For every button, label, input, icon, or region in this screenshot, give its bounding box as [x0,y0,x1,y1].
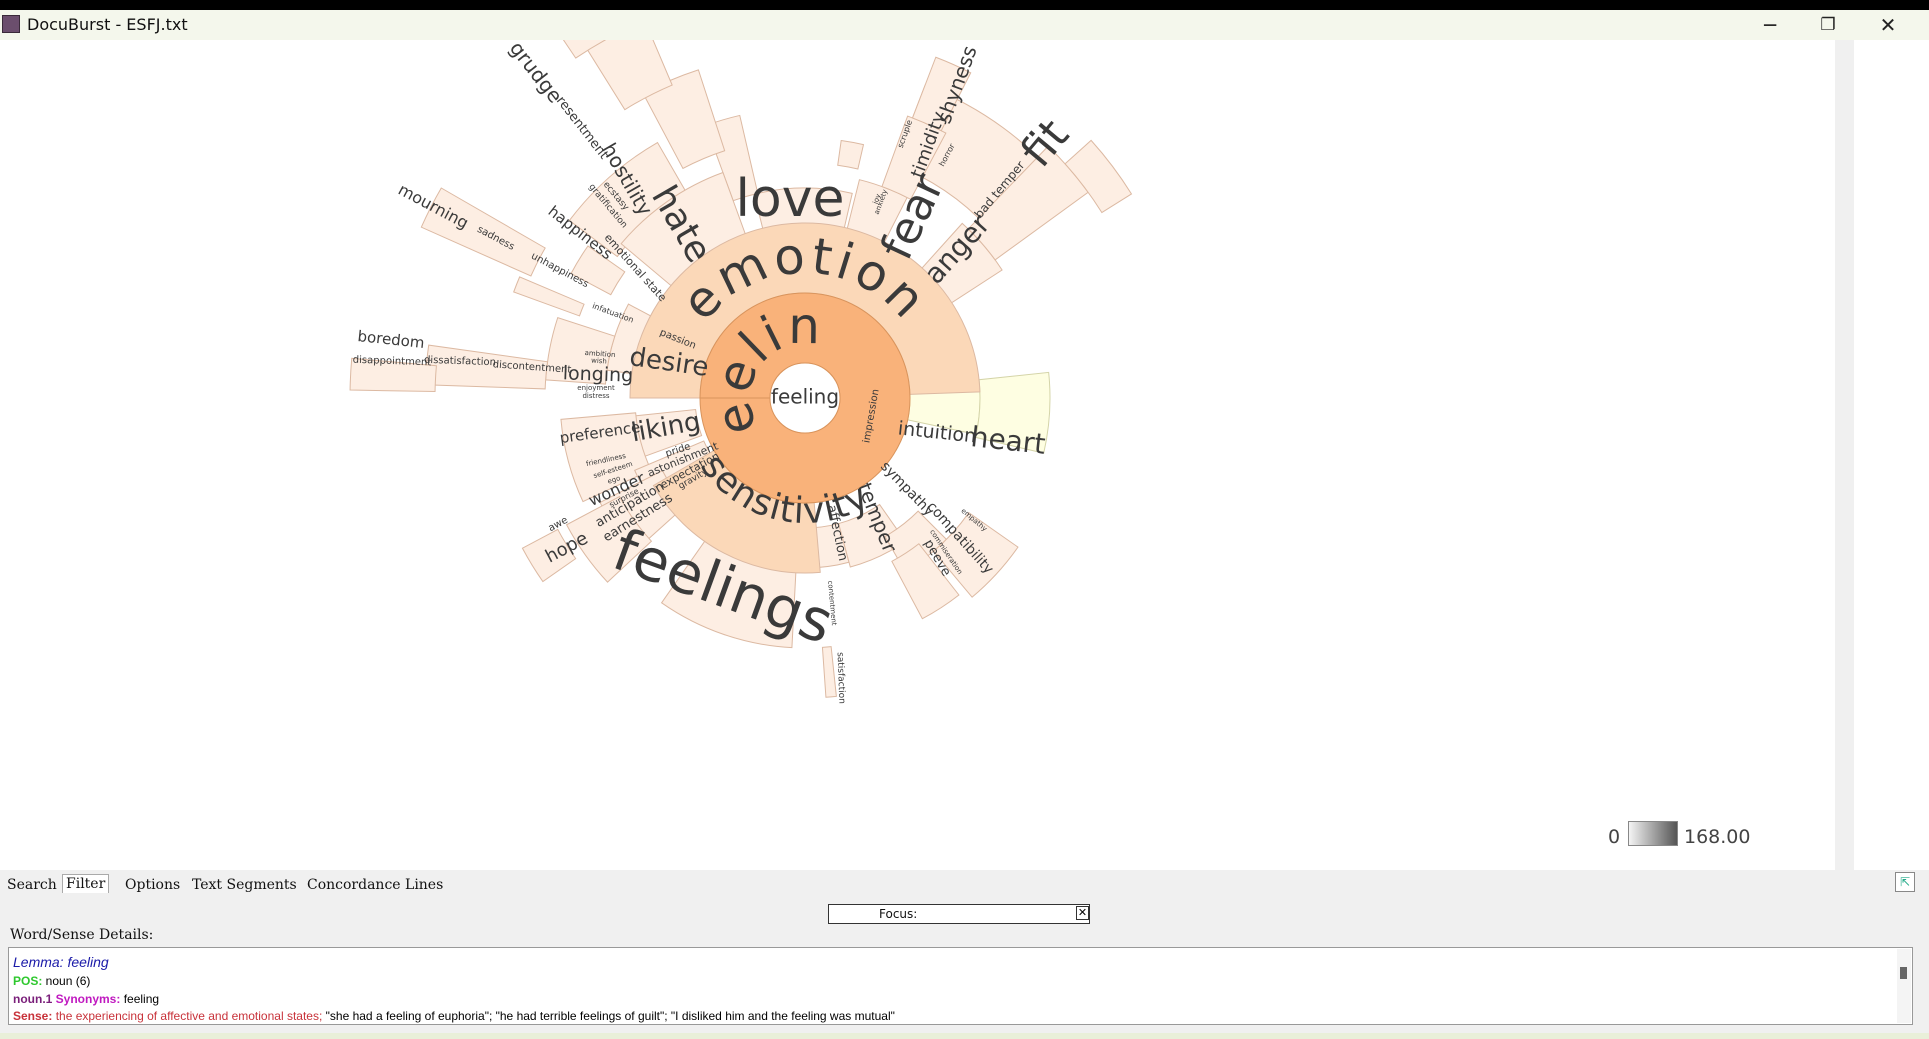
sense-key: Sense: [13,1009,53,1023]
details-panel: Lemma: feeling POS: noun (6) noun.1 Syno… [8,947,1913,1025]
visualization-scrollbar[interactable] [1835,40,1854,870]
screen-top-bar [0,0,1929,10]
details-scrollbar[interactable] [1897,949,1911,1023]
title-bar [0,10,1929,40]
sense-number: noun.1 [13,992,53,1006]
sense-line: Sense: the experiencing of affective and… [13,1009,895,1023]
sense-examples: "she had a feeling of euphoria"; "he had… [322,1009,895,1023]
tab-concordance-lines[interactable]: Concordance Lines [304,876,446,894]
label-grudge: grudge [505,40,568,108]
tab-filter[interactable]: Filter [62,874,110,893]
focus-label: Focus: [879,907,918,921]
tab-text-segments[interactable]: Text Segments [189,876,300,894]
window-title: DocuBurst - ESFJ.txt [27,15,188,34]
wedge-contentment[interactable] [821,646,837,698]
details-heading: Word/Sense Details: [10,927,154,943]
pos-value: noun (6) [42,974,91,988]
center-label: feeling [771,385,839,409]
app-icon [2,15,20,33]
synonyms-line: noun.1 Synonyms: feeling [13,992,159,1006]
label-wish: wish [591,356,607,365]
tab-options[interactable]: Options [122,876,183,894]
legend-gradient [1628,821,1678,846]
minimize-button[interactable]: ─ [1742,10,1798,40]
maximize-button[interactable]: ❐ [1800,10,1856,40]
label-enjoyment: enjoyment [577,384,615,392]
docuburst-visualization[interactable]: emotionfeelingsensitivityfeelinglovehate… [0,40,1835,870]
focus-field[interactable]: Focus: ✕ [828,904,1090,924]
label-satisfaction: satisfaction [835,652,847,704]
sense-definition: the experiencing of affective and emotio… [52,1009,323,1023]
label-boredom: boredom [357,327,426,352]
synonyms-value: feeling [120,992,160,1006]
pos-line: POS: noun (6) [13,974,90,988]
label-love: love [735,169,844,229]
synonyms-key: Synonyms: [55,992,121,1006]
window-bottom-edge [0,1033,1929,1039]
details-scroll-thumb[interactable] [1900,967,1907,979]
legend-max-value: 168.00 [1684,826,1751,848]
bottom-panel: Search Filter Options Text Segments Conc… [0,870,1929,1039]
legend-min-value: 0 [1608,826,1621,848]
close-button[interactable]: ✕ [1860,10,1916,40]
label-heart: heart [969,420,1047,461]
label-liking: liking [629,407,703,449]
pos-key: POS: [13,974,43,988]
panel-toggle-icon[interactable]: ⇱ [1895,872,1915,892]
wedge-joy[interactable] [837,139,865,170]
lemma-line: Lemma: feeling [13,954,109,970]
label-distress: distress [582,392,609,400]
clear-focus-button[interactable]: ✕ [1076,906,1089,920]
tab-search[interactable]: Search [4,876,60,894]
